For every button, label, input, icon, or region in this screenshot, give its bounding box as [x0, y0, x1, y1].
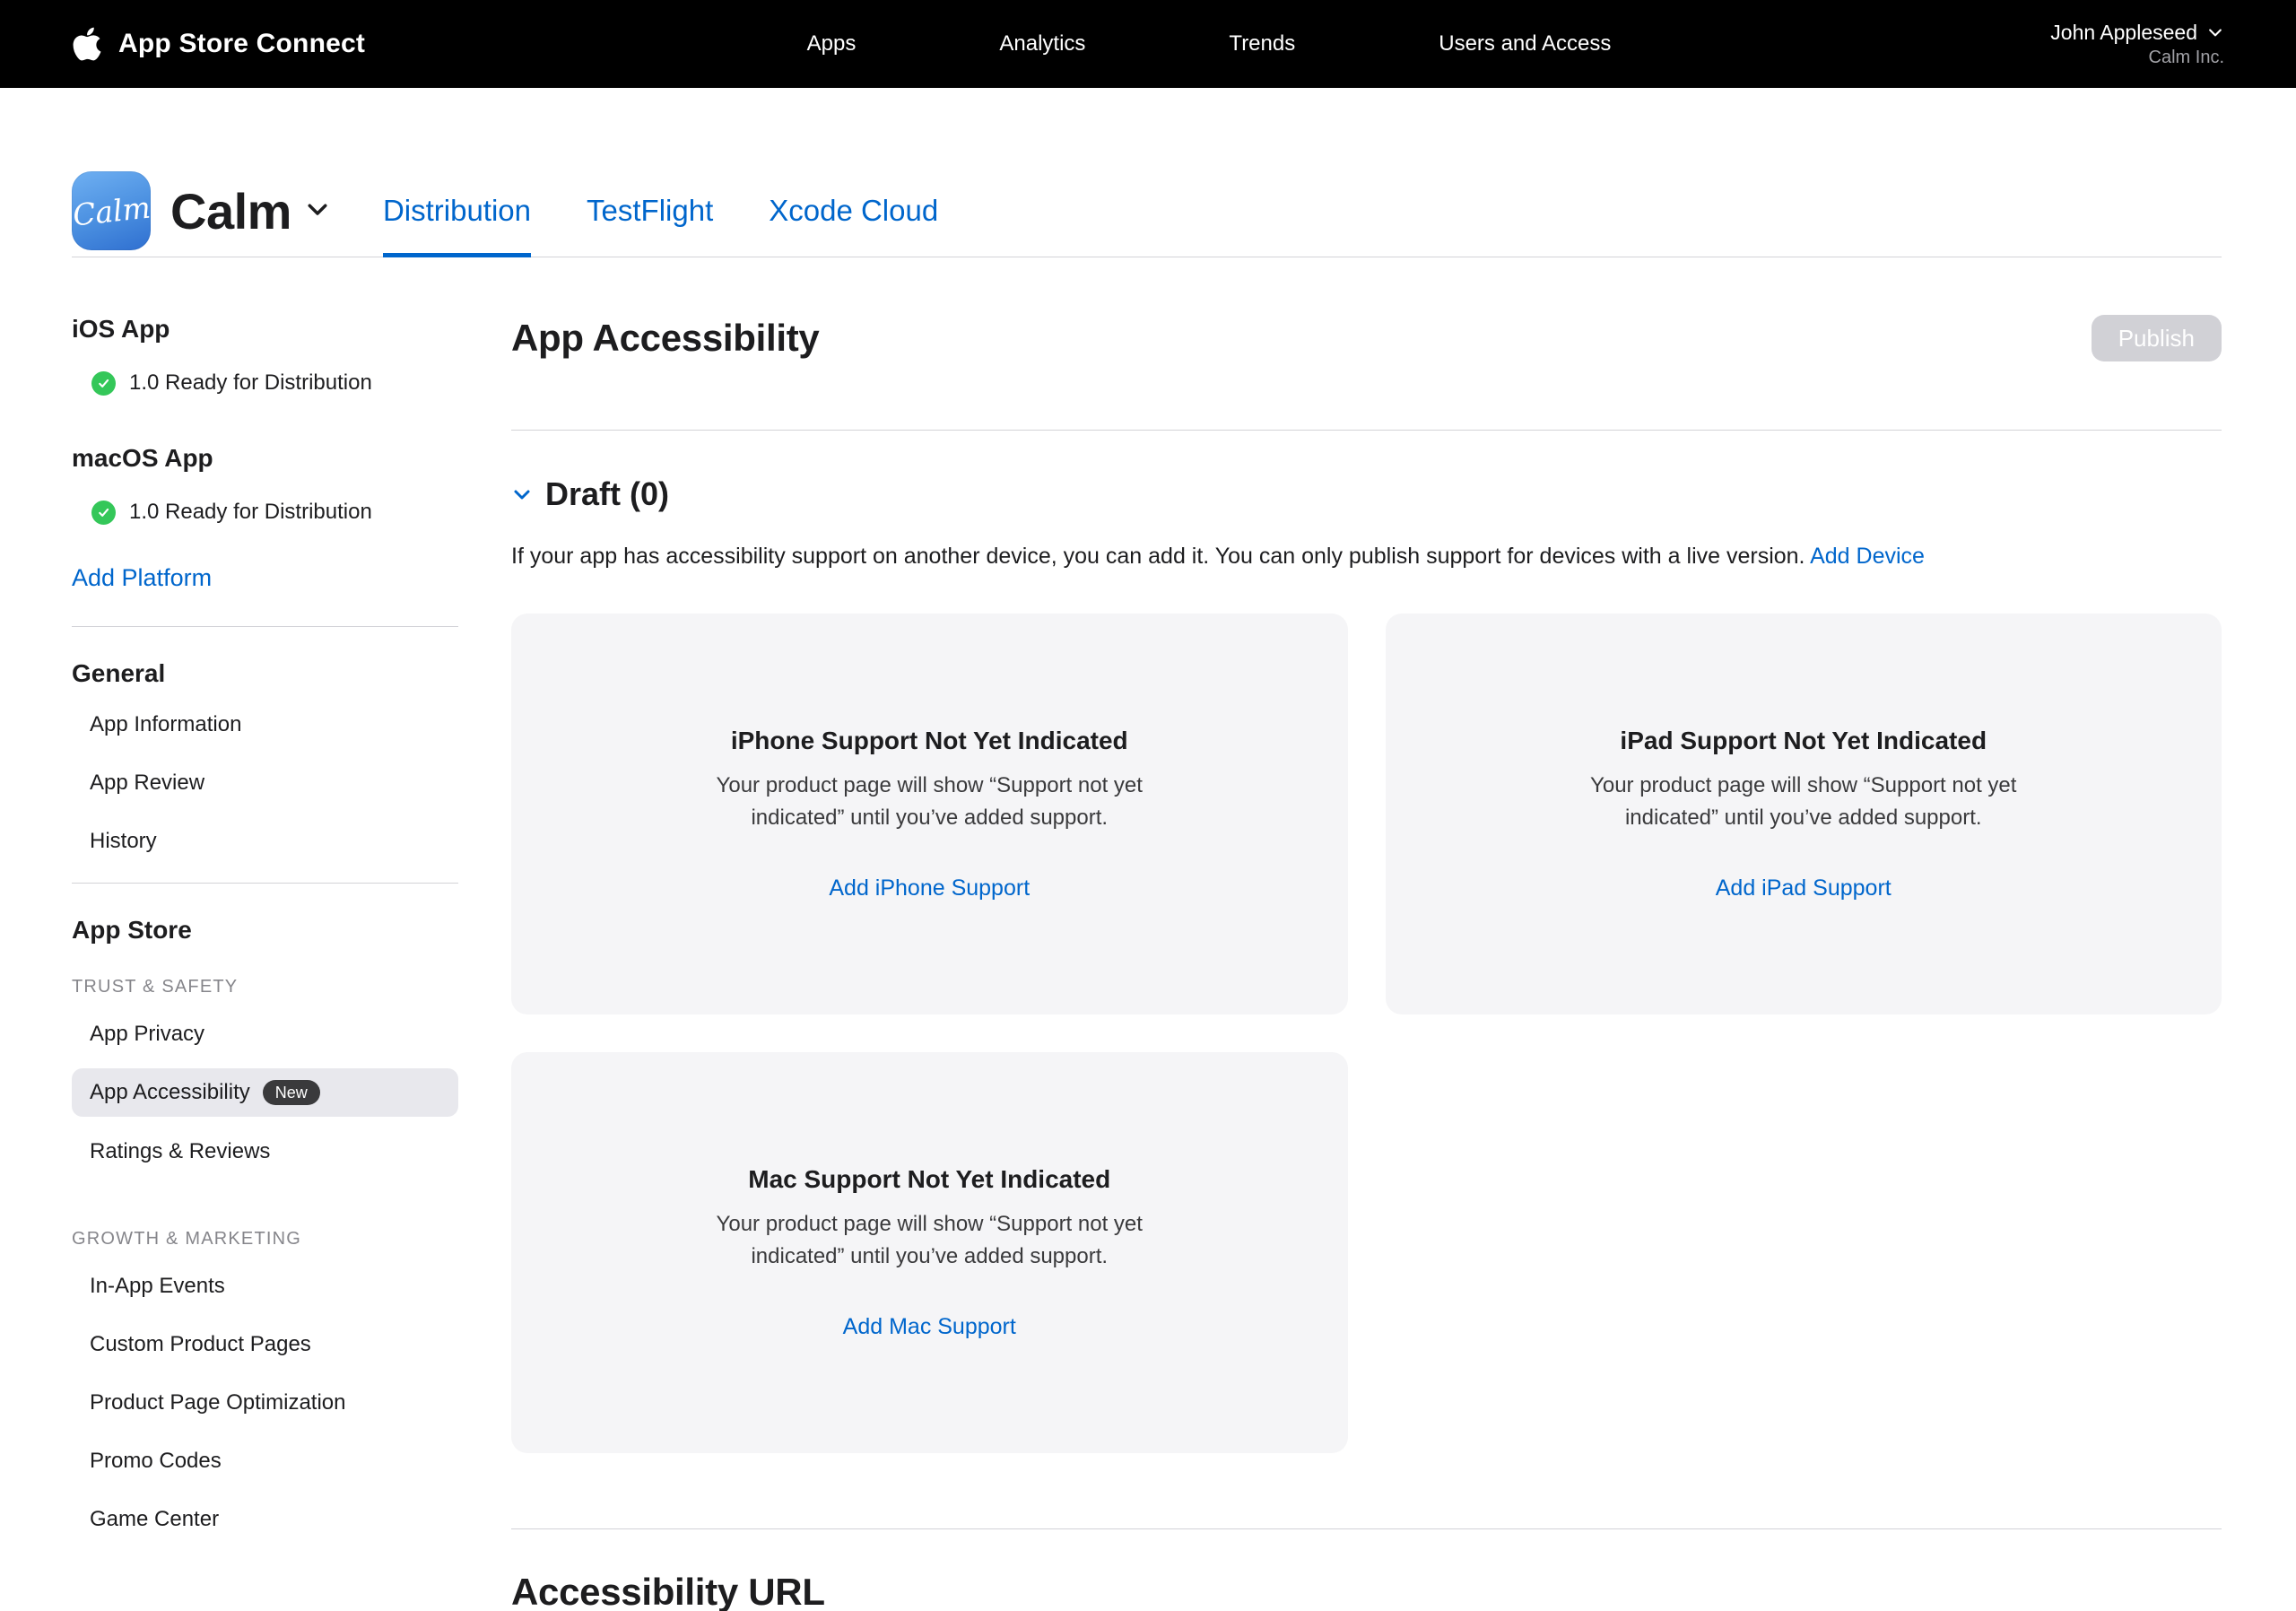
sidebar-item-product-page-optimization[interactable]: Product Page Optimization [72, 1373, 458, 1432]
green-check-icon [91, 371, 116, 396]
tab-xcode-cloud[interactable]: Xcode Cloud [769, 165, 938, 257]
iphone-support-card: iPhone Support Not Yet Indicated Your pr… [511, 614, 1348, 1014]
sidebar-item-game-center[interactable]: Game Center [72, 1490, 458, 1548]
nav-item-analytics[interactable]: Analytics [999, 31, 1085, 57]
nav-item-apps[interactable]: Apps [807, 31, 857, 57]
sidebar-ios-app-title: iOS App [72, 315, 458, 344]
add-platform-link[interactable]: Add Platform [72, 564, 458, 592]
calm-app-icon-label: Calm [71, 189, 152, 232]
sidebar-item-app-information[interactable]: App Information [72, 695, 458, 753]
ios-version-status[interactable]: 1.0 Ready for Distribution [72, 370, 458, 396]
trust-and-safety-list: App Privacy App Accessibility New Rating… [72, 1005, 458, 1180]
empty-grid-cell [1386, 1052, 2222, 1453]
sidebar: iOS App 1.0 Ready for Distribution macOS… [72, 315, 458, 1548]
add-ipad-support-link[interactable]: Add iPad Support [1716, 875, 1892, 901]
top-navigation-bar: App Store Connect Apps Analytics Trends … [0, 0, 2296, 88]
draft-section-toggle[interactable]: Draft (0) [511, 475, 2222, 513]
add-iphone-support-link[interactable]: Add iPhone Support [829, 875, 1030, 901]
support-cards: iPhone Support Not Yet Indicated Your pr… [511, 614, 2222, 1453]
sidebar-item-history[interactable]: History [72, 812, 458, 870]
iphone-support-card-body: Your product page will show “Support not… [696, 770, 1162, 834]
sidebar-item-app-review[interactable]: App Review [72, 753, 458, 812]
sidebar-general-title: General [72, 659, 458, 688]
add-device-link[interactable]: Add Device [1810, 544, 1925, 569]
chevron-down-icon [511, 483, 533, 505]
user-name: John Appleseed [2050, 21, 2197, 45]
app-header: Calm Calm Distribution TestFlight Xcode … [72, 165, 2222, 257]
app-store-connect-home-link[interactable]: App Store Connect [72, 25, 365, 63]
section-divider [511, 430, 2222, 431]
mac-support-card-body: Your product page will show “Support not… [696, 1208, 1162, 1273]
app-title: Calm [170, 182, 291, 240]
ipad-support-card-title: iPad Support Not Yet Indicated [1620, 727, 1987, 755]
sidebar-item-app-accessibility[interactable]: App Accessibility New [72, 1068, 458, 1117]
brand-title: App Store Connect [118, 29, 365, 59]
sidebar-item-app-accessibility-label: App Accessibility [90, 1080, 250, 1105]
mac-support-card-title: Mac Support Not Yet Indicated [748, 1165, 1110, 1194]
sidebar-item-ratings-and-reviews[interactable]: Ratings & Reviews [72, 1122, 458, 1180]
publish-button[interactable]: Publish [2092, 315, 2222, 361]
sidebar-item-in-app-events[interactable]: In-App Events [72, 1257, 458, 1315]
sidebar-item-promo-codes[interactable]: Promo Codes [72, 1432, 458, 1490]
chevron-down-icon [2206, 23, 2224, 41]
ipad-support-card: iPad Support Not Yet Indicated Your prod… [1386, 614, 2222, 1014]
new-badge: New [263, 1080, 320, 1105]
green-check-icon [91, 501, 116, 525]
mac-support-card: Mac Support Not Yet Indicated Your produ… [511, 1052, 1348, 1453]
apple-logo-icon [72, 25, 102, 63]
calm-app-icon: Calm [72, 171, 151, 250]
nav-item-users-and-access[interactable]: Users and Access [1439, 31, 1611, 57]
sidebar-item-app-privacy[interactable]: App Privacy [72, 1005, 458, 1063]
sidebar-app-store-title: App Store [72, 916, 458, 945]
ios-version-status-label: 1.0 Ready for Distribution [129, 370, 372, 396]
nav-item-trends[interactable]: Trends [1229, 31, 1295, 57]
draft-description-text: If your app has accessibility support on… [511, 544, 1805, 569]
sidebar-divider [72, 883, 458, 884]
section-divider [511, 1528, 2222, 1529]
trust-and-safety-heading: TRUST & SAFETY [72, 977, 458, 997]
app-switcher-chevron-icon[interactable] [304, 196, 331, 227]
tab-distribution[interactable]: Distribution [383, 165, 531, 257]
draft-section-title: Draft (0) [545, 475, 669, 513]
general-list: App Information App Review History [72, 695, 458, 870]
iphone-support-card-title: iPhone Support Not Yet Indicated [731, 727, 1128, 755]
sidebar-macos-app-title: macOS App [72, 444, 458, 473]
page-title: App Accessibility [511, 317, 819, 360]
accessibility-url-section-title: Accessibility URL [511, 1571, 2222, 1611]
sidebar-item-custom-product-pages[interactable]: Custom Product Pages [72, 1315, 458, 1373]
growth-and-marketing-heading: GROWTH & MARKETING [72, 1229, 458, 1250]
growth-and-marketing-list: In-App Events Custom Product Pages Produ… [72, 1257, 458, 1548]
add-mac-support-link[interactable]: Add Mac Support [843, 1314, 1016, 1340]
user-organization: Calm Inc. [2050, 48, 2224, 68]
main-content: App Accessibility Publish Draft (0) If y… [511, 315, 2222, 1611]
macos-version-status[interactable]: 1.0 Ready for Distribution [72, 500, 458, 525]
tab-testflight[interactable]: TestFlight [587, 165, 713, 257]
draft-description: If your app has accessibility support on… [511, 540, 2222, 572]
ipad-support-card-body: Your product page will show “Support not… [1570, 770, 2037, 834]
app-section-tabs: Distribution TestFlight Xcode Cloud [383, 165, 994, 257]
macos-version-status-label: 1.0 Ready for Distribution [129, 500, 372, 525]
user-account-menu[interactable]: John Appleseed Calm Inc. [2050, 21, 2224, 68]
primary-nav: Apps Analytics Trends Users and Access [807, 31, 1612, 57]
sidebar-divider [72, 626, 458, 627]
